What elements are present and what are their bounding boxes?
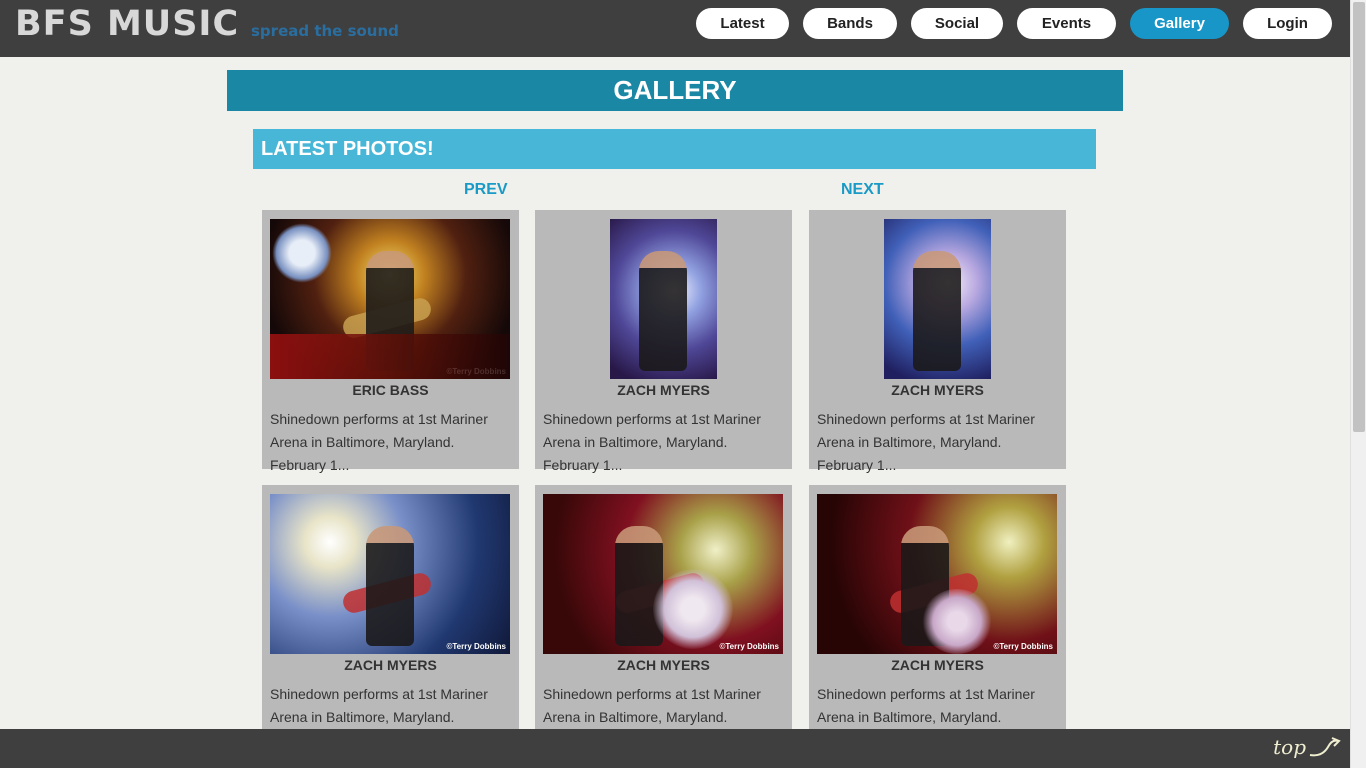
photo-card[interactable]: ©Terry Dobbins ZACH MYERS Shinedown perf…	[809, 485, 1066, 748]
photo-card[interactable]: ©Terry Dobbins ZACH MYERS Shinedown perf…	[535, 485, 792, 748]
photo-performer-shape	[366, 526, 414, 646]
photo-caption-name[interactable]: ZACH MYERS	[535, 657, 792, 673]
next-link[interactable]: NEXT	[841, 181, 884, 199]
top-navbar: BFS MUSIC spread the sound Latest Bands …	[0, 0, 1350, 57]
photo-caption-name[interactable]: ZACH MYERS	[809, 382, 1066, 398]
photo-performer-shape	[913, 251, 961, 371]
curved-arrow-icon	[1309, 737, 1341, 757]
back-to-top-label: top	[1273, 735, 1306, 759]
photo-card[interactable]: ©Terry Dobbins ERIC BASS Shinedown perfo…	[262, 210, 519, 473]
nav-events-button[interactable]: Events	[1017, 8, 1116, 39]
page-scrollbar[interactable]	[1350, 0, 1366, 768]
photo-caption-name[interactable]: ERIC BASS	[262, 382, 519, 398]
photo-frame: ©Terry Dobbins	[543, 494, 783, 654]
photo-frame: ©Terry Dobbins	[270, 219, 510, 379]
nav-bands-button[interactable]: Bands	[803, 8, 897, 39]
footer-bar: top	[0, 729, 1350, 768]
photo-performer-shape	[615, 526, 663, 646]
scrollbar-thumb[interactable]	[1353, 2, 1365, 432]
section-title: LATEST PHOTOS!	[253, 129, 1096, 169]
photo-caption-desc: Shinedown performs at 1st Mariner Arena …	[543, 411, 761, 473]
photo-watermark: ©Terry Dobbins	[719, 642, 779, 651]
nav-latest-button[interactable]: Latest	[696, 8, 789, 39]
nav-social-button[interactable]: Social	[911, 8, 1003, 39]
photo-frame	[543, 219, 783, 379]
photo-performer-shape	[639, 251, 687, 371]
photo-card[interactable]: ZACH MYERS Shinedown performs at 1st Mar…	[535, 210, 792, 473]
photo-frame: ©Terry Dobbins	[817, 494, 1057, 654]
main-nav: Latest Bands Social Events Gallery Login	[696, 8, 1332, 39]
site-tagline: spread the sound	[251, 22, 399, 40]
photo-performer-shape	[366, 251, 414, 371]
photo-card[interactable]: ©Terry Dobbins ZACH MYERS Shinedown perf…	[262, 485, 519, 748]
photo-caption-name[interactable]: ZACH MYERS	[809, 657, 1066, 673]
photo-thumbnail[interactable]	[609, 219, 717, 379]
page-title: GALLERY	[227, 70, 1123, 111]
photo-thumbnail[interactable]: ©Terry Dobbins	[270, 219, 510, 379]
nav-login-button[interactable]: Login	[1243, 8, 1332, 39]
photo-watermark: ©Terry Dobbins	[993, 642, 1053, 651]
back-to-top-link[interactable]: top	[1273, 735, 1344, 759]
photo-caption-name[interactable]: ZACH MYERS	[262, 657, 519, 673]
photo-thumbnail[interactable]	[883, 219, 991, 379]
photo-card[interactable]: ZACH MYERS Shinedown performs at 1st Mar…	[809, 210, 1066, 473]
photo-watermark: ©Terry Dobbins	[446, 642, 506, 651]
photo-performer-shape	[901, 526, 949, 646]
photo-frame: ©Terry Dobbins	[270, 494, 510, 654]
photo-thumbnail[interactable]: ©Terry Dobbins	[543, 494, 783, 654]
photo-watermark: ©Terry Dobbins	[446, 367, 506, 376]
photo-caption-name[interactable]: ZACH MYERS	[535, 382, 792, 398]
photo-frame	[817, 219, 1057, 379]
nav-gallery-button[interactable]: Gallery	[1130, 8, 1229, 39]
photo-thumbnail[interactable]: ©Terry Dobbins	[817, 494, 1057, 654]
photo-caption-desc: Shinedown performs at 1st Mariner Arena …	[817, 411, 1035, 473]
site-logo[interactable]: BFS MUSIC	[15, 4, 239, 44]
photo-caption-desc: Shinedown performs at 1st Mariner Arena …	[270, 411, 488, 473]
prev-link[interactable]: PREV	[464, 181, 508, 199]
photo-thumbnail[interactable]: ©Terry Dobbins	[270, 494, 510, 654]
